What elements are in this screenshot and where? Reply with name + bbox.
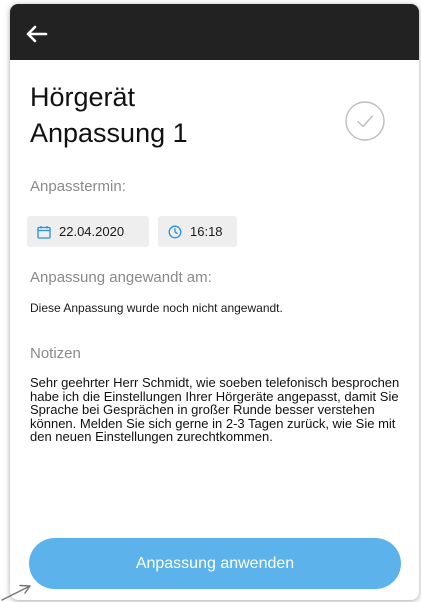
top-bar: [10, 4, 419, 60]
back-button[interactable]: [24, 22, 52, 46]
notes-label: Notizen: [30, 345, 81, 362]
time-value: 16:18: [190, 224, 223, 239]
app-screen: Hörgerät Anpassung 1 Anpasstermin: 22.04…: [10, 4, 419, 600]
appointment-label: Anpasstermin:: [30, 178, 126, 195]
check-circle-icon: [345, 101, 385, 141]
calendar-icon: [37, 225, 51, 239]
apply-adjustment-button[interactable]: Anpassung anwenden: [29, 538, 401, 589]
cursor-arrow-icon: [1, 584, 31, 601]
applied-label: Anpassung angewandt am:: [30, 269, 212, 286]
applied-value: Diese Anpassung wurde noch nicht angewan…: [30, 301, 283, 315]
arrow-left-icon: [26, 25, 48, 43]
page-title: Hörgerät Anpassung 1: [30, 82, 188, 148]
date-value: 22.04.2020: [59, 224, 125, 239]
clock-icon: [168, 225, 182, 238]
mark-done-button[interactable]: [344, 100, 386, 142]
notes-text: Sehr geehrter Herr Schmidt, wie soeben t…: [30, 375, 400, 444]
date-chip[interactable]: 22.04.2020: [27, 216, 149, 247]
time-chip[interactable]: 16:18: [158, 216, 237, 247]
